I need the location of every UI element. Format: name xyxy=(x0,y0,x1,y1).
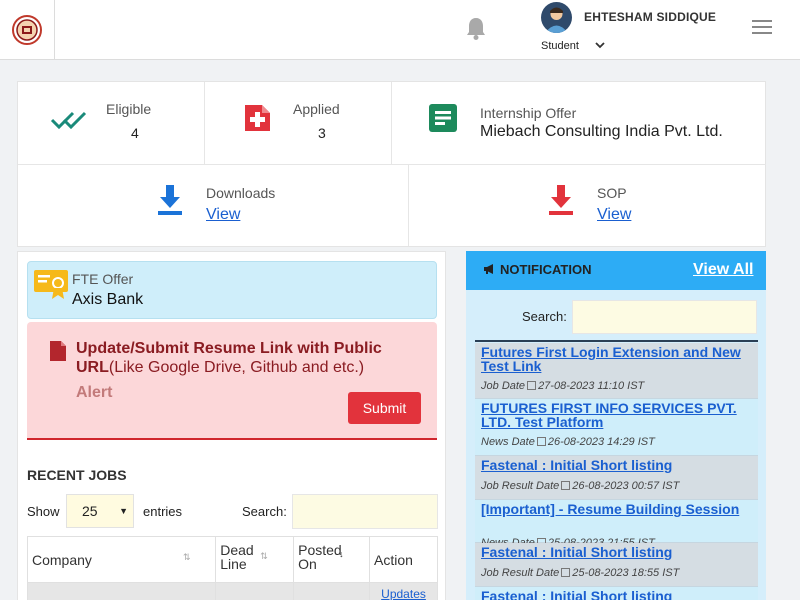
download-icon xyxy=(158,185,182,215)
date-label: Date xyxy=(501,380,526,392)
notification-title-link[interactable]: Fastenal : Initial Short listing xyxy=(481,458,751,472)
top-bar: EHTESHAM SIDDIQUE Student xyxy=(0,0,800,60)
notification-type: News xyxy=(481,436,509,448)
table-row: Updates xyxy=(26,582,438,600)
internship-label: Internship Offer xyxy=(480,105,577,121)
col-company[interactable]: Company ⇅ xyxy=(26,536,217,583)
document-icon xyxy=(429,104,457,132)
notification-meta: News Date 26-08-2023 14:29 IST xyxy=(481,436,655,448)
notification-date: 27-08-2023 11:10 IST xyxy=(538,380,645,392)
notification-meta: Job Result Date 25-08-2023 18:55 IST xyxy=(481,567,679,579)
downloads-view-link[interactable]: View xyxy=(206,206,240,224)
entries-select[interactable]: 25 ▼ xyxy=(66,494,134,528)
double-check-icon xyxy=(50,111,87,130)
entries-value: 25 xyxy=(82,503,98,519)
calendar-icon xyxy=(536,437,546,446)
alert-detail: (Like Google Drive, Github and etc.) xyxy=(108,359,365,376)
notification-type: Job Result xyxy=(481,567,533,579)
jobs-search-input[interactable] xyxy=(292,494,438,529)
notification-item: Fastenal : Initial Short listing xyxy=(475,587,758,600)
hamburger-menu-icon[interactable] xyxy=(752,20,772,36)
applied-card: Applied 3 xyxy=(205,82,392,164)
sop-label: SOP xyxy=(597,185,627,201)
notification-item: FUTURES FIRST INFO SERVICES PVT. LTD. Te… xyxy=(475,399,758,456)
notification-title-link[interactable]: Fastenal : Initial Short listing xyxy=(481,589,751,600)
eligible-card: Eligible 4 xyxy=(18,82,205,164)
file-icon xyxy=(50,341,66,361)
alert-message: Update/Submit Resume Link with Public UR… xyxy=(76,339,396,377)
notification-title-link[interactable]: Fastenal : Initial Short listing xyxy=(481,545,751,559)
sop-card: SOP View xyxy=(409,164,766,246)
updates-link[interactable]: Updates xyxy=(381,587,426,600)
internship-card: Internship Offer Miebach Consulting Indi… xyxy=(392,82,766,164)
logo[interactable] xyxy=(0,0,55,60)
notification-header: NOTIFICATION View All xyxy=(466,251,766,290)
notification-meta: Job Result Date 26-08-2023 00:57 IST xyxy=(481,480,679,492)
notif-search-label: Search: xyxy=(522,309,567,324)
downloads-card: Downloads View xyxy=(18,164,409,246)
recent-jobs-table: Company ⇅ Dead Line ⇅ Posted On ↓ Action xyxy=(26,536,438,600)
downloads-label: Downloads xyxy=(206,185,276,201)
notification-item: Fastenal : Initial Short listing Job Resu… xyxy=(475,543,758,587)
col-action: Action xyxy=(369,536,438,583)
user-avatar-icon xyxy=(541,2,572,33)
notification-title: NOTIFICATION xyxy=(500,262,592,277)
notif-search-input[interactable] xyxy=(572,300,757,334)
internship-company: Miebach Consulting India Pvt. Ltd. xyxy=(480,123,723,140)
notification-date: 25-08-2023 18:55 IST xyxy=(572,567,680,579)
col-deadline[interactable]: Dead Line ⇅ xyxy=(215,536,295,583)
notification-panel: NOTIFICATION View All Search: Futures Fi… xyxy=(466,251,766,600)
notification-item: Fastenal : Initial Short listing Job Resu… xyxy=(475,456,758,500)
megaphone-icon xyxy=(484,264,493,274)
entries-label: entries xyxy=(143,504,183,519)
notification-item: [Important] - Resume Building SessionNew… xyxy=(475,500,758,549)
submit-button[interactable]: Submit xyxy=(348,392,421,424)
file-plus-icon xyxy=(245,105,270,131)
fte-offer-card: FTE Offer Axis Bank xyxy=(27,261,437,319)
user-name: EHTESHAM SIDDIQUE xyxy=(584,10,717,24)
notification-date: 26-08-2023 14:29 IST xyxy=(547,436,655,448)
jobs-search-label: Search: xyxy=(242,504,287,519)
notification-meta: Job Date 27-08-2023 11:10 IST xyxy=(481,380,644,392)
notification-item: Futures First Login Extension and New Te… xyxy=(475,343,758,399)
resume-alert: Update/Submit Resume Link with Public UR… xyxy=(27,322,437,440)
eligible-label: Eligible xyxy=(106,101,152,117)
notification-title-link[interactable]: [Important] - Resume Building Session xyxy=(481,502,751,516)
sop-view-link[interactable]: View xyxy=(597,206,631,224)
fte-company: Axis Bank xyxy=(72,291,144,308)
fte-label: FTE Offer xyxy=(72,271,134,287)
chevron-down-icon[interactable] xyxy=(594,40,606,50)
show-label: Show xyxy=(27,504,60,519)
stats-panel: Eligible 4 Applied 3 Internship Offer Mi… xyxy=(17,81,766,247)
user-role[interactable]: Student xyxy=(541,40,579,52)
view-all-link[interactable]: View All xyxy=(693,261,753,279)
avatar[interactable] xyxy=(541,2,572,33)
eligible-count: 4 xyxy=(131,125,139,141)
date-label: Date xyxy=(536,480,560,492)
left-panel: FTE Offer Axis Bank Update/Submit Resume… xyxy=(17,251,446,600)
col-posted-on[interactable]: Posted On ↓ xyxy=(293,536,371,583)
caret-down-icon: ▼ xyxy=(119,506,128,516)
applied-count: 3 xyxy=(318,125,326,141)
notification-type: Job xyxy=(481,380,499,392)
download-icon xyxy=(549,185,573,215)
sort-icon: ⇅ xyxy=(183,552,191,562)
applied-label: Applied xyxy=(293,101,340,117)
calendar-icon xyxy=(561,481,571,490)
recent-jobs-title: RECENT JOBS xyxy=(27,467,127,483)
calendar-icon xyxy=(527,381,537,390)
sort-desc-icon: ↓ xyxy=(339,549,344,559)
notification-date: 26-08-2023 00:57 IST xyxy=(572,480,680,492)
notification-title-link[interactable]: FUTURES FIRST INFO SERVICES PVT. LTD. Te… xyxy=(481,401,751,429)
alert-tag: Alert xyxy=(76,384,113,401)
notification-title-link[interactable]: Futures First Login Extension and New Te… xyxy=(481,345,751,373)
college-logo-icon xyxy=(12,15,42,45)
calendar-icon xyxy=(561,568,571,577)
bell-icon[interactable] xyxy=(465,16,487,40)
notification-type: Job Result xyxy=(481,480,533,492)
certificate-icon xyxy=(34,270,68,299)
date-label: Date xyxy=(536,567,560,579)
sort-icon: ⇅ xyxy=(260,551,268,561)
date-label: Date xyxy=(511,436,535,448)
